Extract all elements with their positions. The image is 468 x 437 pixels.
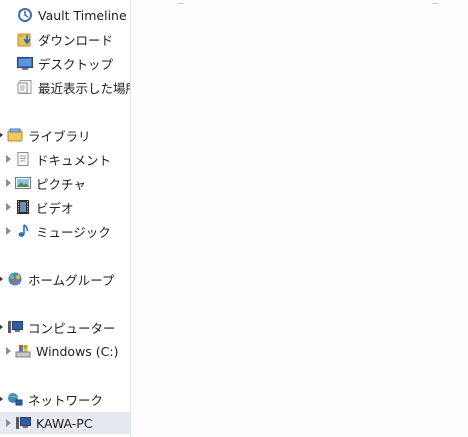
expander-arrow-icon[interactable] [6,155,11,163]
nav-item-label: コンピューター [28,320,116,336]
nav-item-label: ホームグループ [28,272,115,288]
network-computer-icon [16,417,31,429]
nav-item-label: Windows (C:) [36,343,119,359]
file-list-pane[interactable] [131,0,468,437]
recent-places-icon [17,80,32,94]
documents-icon [17,152,29,166]
nav-item-label: デスクトップ [38,56,114,72]
nav-item-label: ピクチャ [36,176,86,192]
nav-item-documents[interactable]: ドキュメント [0,148,130,170]
videos-icon [17,200,29,214]
nav-item-videos[interactable]: ビデオ [0,196,130,218]
computer-icon [8,321,23,333]
music-icon [18,224,28,237]
navigation-pane: Vault Timeline ダウンロード デスクトップ 最近表示した場所 ライ… [0,0,130,437]
pictures-icon [15,177,31,189]
nav-item-computer[interactable]: コンピューター [0,316,130,338]
expander-arrow-icon[interactable] [0,323,3,331]
nav-item-pictures[interactable]: ピクチャ [0,172,130,194]
expander-arrow-icon[interactable] [0,275,3,283]
nav-item-network[interactable]: ネットワーク [0,388,130,410]
expander-arrow-icon[interactable] [6,179,11,187]
windows-drive-icon [15,345,31,358]
nav-item-music[interactable]: ミュージック [0,220,130,242]
nav-item-windows-drive[interactable]: Windows (C:) [0,340,130,362]
expander-arrow-icon[interactable] [6,347,11,355]
nav-item-label: ビデオ [36,200,74,216]
expander-arrow-icon[interactable] [0,395,3,403]
nav-item-kawa-pc[interactable]: KAWA-PC [0,412,130,434]
desktop-icon [17,57,33,70]
nav-item-desktop[interactable]: デスクトップ [0,52,130,74]
library-folder-icon [7,128,23,142]
network-icon [8,393,23,406]
nav-item-homegroup[interactable]: ホームグループ [0,268,130,290]
nav-item-label: ダウンロード [38,32,114,48]
nav-item-label: ミュージック [36,224,111,240]
nav-item-vault-timeline[interactable]: Vault Timeline [0,4,130,26]
downloads-folder-icon [17,33,31,47]
divider [432,0,438,4]
homegroup-icon [8,272,22,286]
nav-item-downloads[interactable]: ダウンロード [0,28,130,50]
expander-arrow-icon[interactable] [6,227,11,235]
nav-item-label: KAWA-PC [36,415,93,431]
expander-arrow-icon[interactable] [0,131,3,139]
nav-item-label: ネットワーク [28,392,104,408]
nav-item-label: ライブラリ [28,128,91,144]
vault-timeline-icon [18,8,32,22]
nav-item-label: 最近表示した場所 [38,80,130,96]
nav-item-recent-places[interactable]: 最近表示した場所 [0,76,130,98]
nav-item-libraries[interactable]: ライブラリ [0,124,130,146]
expander-arrow-icon[interactable] [6,419,11,427]
nav-item-label: ドキュメント [36,152,112,168]
expander-arrow-icon[interactable] [6,203,11,211]
nav-item-label: Vault Timeline [38,7,127,23]
divider [178,0,184,4]
